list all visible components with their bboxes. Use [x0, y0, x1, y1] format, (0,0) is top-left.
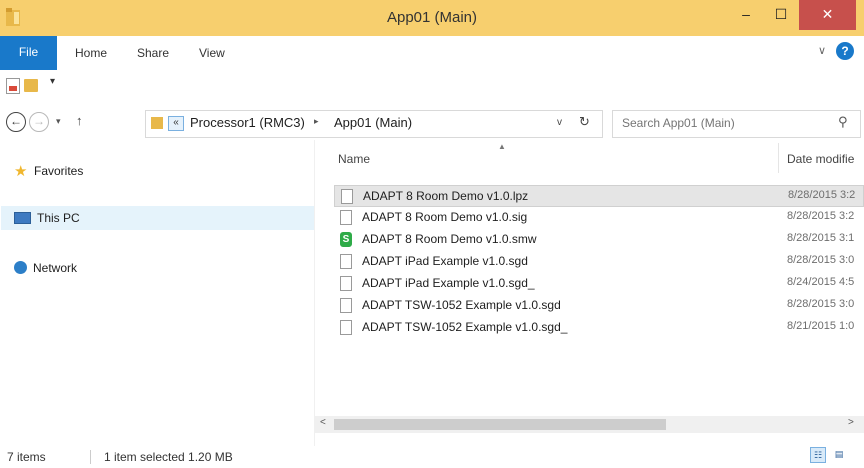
- breadcrumb-processor1[interactable]: Processor1 (RMC3): [190, 115, 305, 130]
- nav-item-this-pc[interactable]: This PC: [14, 207, 80, 229]
- up-button[interactable]: ↑: [76, 113, 83, 128]
- tab-home[interactable]: Home: [75, 36, 107, 70]
- nav-item-label: This PC: [37, 211, 80, 225]
- column-header-name[interactable]: Name: [338, 152, 370, 166]
- table-row[interactable]: ADAPT 8 Room Demo v1.0.sig 8/28/2015 3:2: [334, 207, 864, 229]
- chevron-down-icon[interactable]: ∨: [818, 44, 826, 57]
- nav-item-label: Network: [33, 261, 78, 275]
- minimize-button[interactable]: –: [729, 0, 763, 30]
- nav-item-label: Favorites: [34, 164, 84, 178]
- close-button[interactable]: ✕: [799, 0, 856, 30]
- back-button[interactable]: ←: [6, 112, 26, 132]
- file-icon: [341, 189, 353, 204]
- file-date: 8/28/2015 3:1: [787, 232, 855, 244]
- file-icon: [340, 210, 352, 225]
- file-name: ADAPT 8 Room Demo v1.0.lpz: [363, 189, 529, 203]
- scrollbar-thumb[interactable]: [334, 419, 666, 430]
- maximize-button[interactable]: ☐: [763, 0, 799, 30]
- simpl-file-icon: S: [340, 232, 352, 247]
- star-icon: ★: [14, 163, 28, 180]
- file-name: ADAPT iPad Example v1.0.sgd: [362, 254, 528, 268]
- help-icon[interactable]: ?: [836, 42, 854, 60]
- breadcrumb-overflow-button[interactable]: «: [168, 116, 184, 131]
- table-row[interactable]: ADAPT 8 Room Demo v1.0.lpz 8/28/2015 3:2: [334, 185, 864, 207]
- tab-view[interactable]: View: [199, 36, 225, 70]
- recent-locations-button[interactable]: ▾: [56, 116, 61, 127]
- status-item-count: 7 items: [7, 450, 46, 464]
- file-icon: [340, 254, 352, 269]
- network-icon: [14, 261, 27, 274]
- table-row[interactable]: S ADAPT 8 Room Demo v1.0.smw 8/28/2015 3…: [334, 229, 864, 251]
- breadcrumb-app01[interactable]: App01 (Main): [334, 115, 412, 130]
- file-name: ADAPT TSW-1052 Example v1.0.sgd_: [362, 320, 568, 334]
- computer-icon: [14, 212, 31, 224]
- file-date: 8/21/2015 1:0: [787, 320, 855, 332]
- properties-icon[interactable]: [6, 78, 20, 94]
- details-view-icon[interactable]: ☷: [810, 447, 826, 463]
- folder-icon: [151, 117, 163, 129]
- file-icon: [340, 298, 352, 313]
- address-dropdown-button[interactable]: v: [557, 117, 562, 128]
- ribbon-tab-bar: [0, 36, 864, 71]
- status-selection-info: 1 item selected 1.20 MB: [104, 450, 233, 464]
- file-date: 8/28/2015 3:0: [787, 254, 855, 266]
- table-row[interactable]: ADAPT TSW-1052 Example v1.0.sgd 8/28/201…: [334, 295, 864, 317]
- table-row[interactable]: ADAPT iPad Example v1.0.sgd 8/28/2015 3:…: [334, 251, 864, 273]
- forward-button[interactable]: →: [29, 112, 49, 132]
- new-folder-icon[interactable]: [24, 79, 38, 92]
- scroll-left-button[interactable]: <: [320, 417, 326, 428]
- file-icon: [340, 320, 352, 335]
- table-row[interactable]: ADAPT TSW-1052 Example v1.0.sgd_ 8/21/20…: [334, 317, 864, 339]
- tab-file[interactable]: File: [0, 36, 57, 70]
- scroll-right-button[interactable]: >: [848, 417, 854, 428]
- file-name: ADAPT iPad Example v1.0.sgd_: [362, 276, 535, 290]
- nav-item-favorites[interactable]: ★ Favorites: [14, 160, 83, 182]
- table-row[interactable]: ADAPT iPad Example v1.0.sgd_ 8/24/2015 4…: [334, 273, 864, 295]
- quick-access-dropdown[interactable]: ▾: [50, 76, 55, 87]
- large-icons-view-icon[interactable]: ▤: [831, 447, 847, 463]
- file-name: ADAPT 8 Room Demo v1.0.smw: [362, 232, 537, 246]
- file-icon: [340, 276, 352, 291]
- refresh-icon[interactable]: ↻: [579, 114, 590, 130]
- quick-access-toolbar: [0, 70, 864, 104]
- nav-item-network[interactable]: Network: [14, 257, 77, 279]
- file-name: ADAPT TSW-1052 Example v1.0.sgd: [362, 298, 561, 312]
- file-date: 8/28/2015 3:2: [787, 210, 855, 222]
- file-date: 8/24/2015 4:5: [787, 276, 855, 288]
- column-header-date-modified[interactable]: Date modifie: [787, 152, 854, 166]
- tab-share[interactable]: Share: [137, 36, 169, 70]
- status-divider: [90, 450, 91, 464]
- column-divider[interactable]: [778, 143, 779, 173]
- file-date: 8/28/2015 3:0: [787, 298, 855, 310]
- search-input[interactable]: [622, 116, 822, 130]
- file-name: ADAPT 8 Room Demo v1.0.sig: [362, 210, 528, 224]
- file-date: 8/28/2015 3:2: [788, 189, 856, 201]
- search-icon[interactable]: ⚲: [838, 114, 848, 130]
- sort-ascending-icon: ▲: [498, 142, 506, 151]
- breadcrumb-separator-icon[interactable]: ▸: [314, 116, 319, 127]
- navigation-pane: [0, 140, 315, 448]
